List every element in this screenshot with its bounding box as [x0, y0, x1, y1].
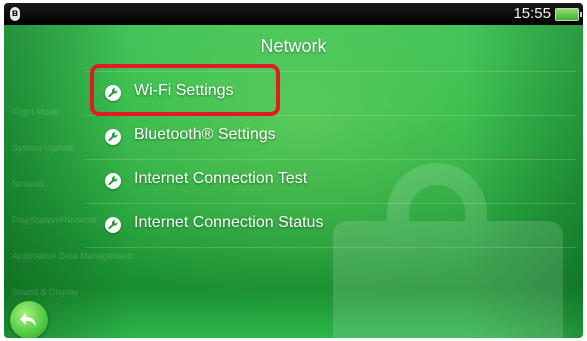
background-menu-item: System Update — [12, 143, 74, 153]
background-menu-item: Sound & Display — [12, 287, 79, 297]
divider — [86, 247, 576, 248]
background-menu-item: Network — [12, 179, 46, 189]
menu-item-internet-connection-status[interactable]: Internet Connection Status — [86, 203, 566, 247]
clock: 15:55 — [513, 5, 551, 22]
back-button[interactable] — [10, 301, 48, 338]
selection-highlight — [90, 64, 280, 116]
device-frame: ʙ 15:55 Flight Mode System Update Networ… — [0, 0, 587, 341]
menu-item-label: Internet Connection Status — [134, 214, 324, 231]
background-menu-item: Application Data Management — [12, 251, 133, 261]
menu-item-bluetooth-settings[interactable]: Bluetooth® Settings — [86, 115, 566, 159]
background-menu-item: PlayStation®Network — [12, 215, 98, 225]
menu-item-internet-connection-test[interactable]: Internet Connection Test — [86, 159, 566, 203]
status-bar: ʙ 15:55 — [4, 3, 583, 25]
page-title: Network — [260, 36, 327, 56]
battery-icon — [555, 8, 582, 21]
menu-item-label: Bluetooth® Settings — [134, 126, 276, 143]
bluetooth-icon: ʙ — [10, 7, 20, 21]
background-menu-item: Flight Mode — [12, 107, 60, 117]
wrench-icon — [105, 217, 121, 233]
back-arrow-icon — [20, 313, 36, 327]
screen: ʙ 15:55 Flight Mode System Update Networ… — [4, 3, 583, 338]
menu-item-label: Internet Connection Test — [134, 170, 308, 187]
wrench-icon — [105, 129, 121, 145]
wrench-icon — [105, 173, 121, 189]
